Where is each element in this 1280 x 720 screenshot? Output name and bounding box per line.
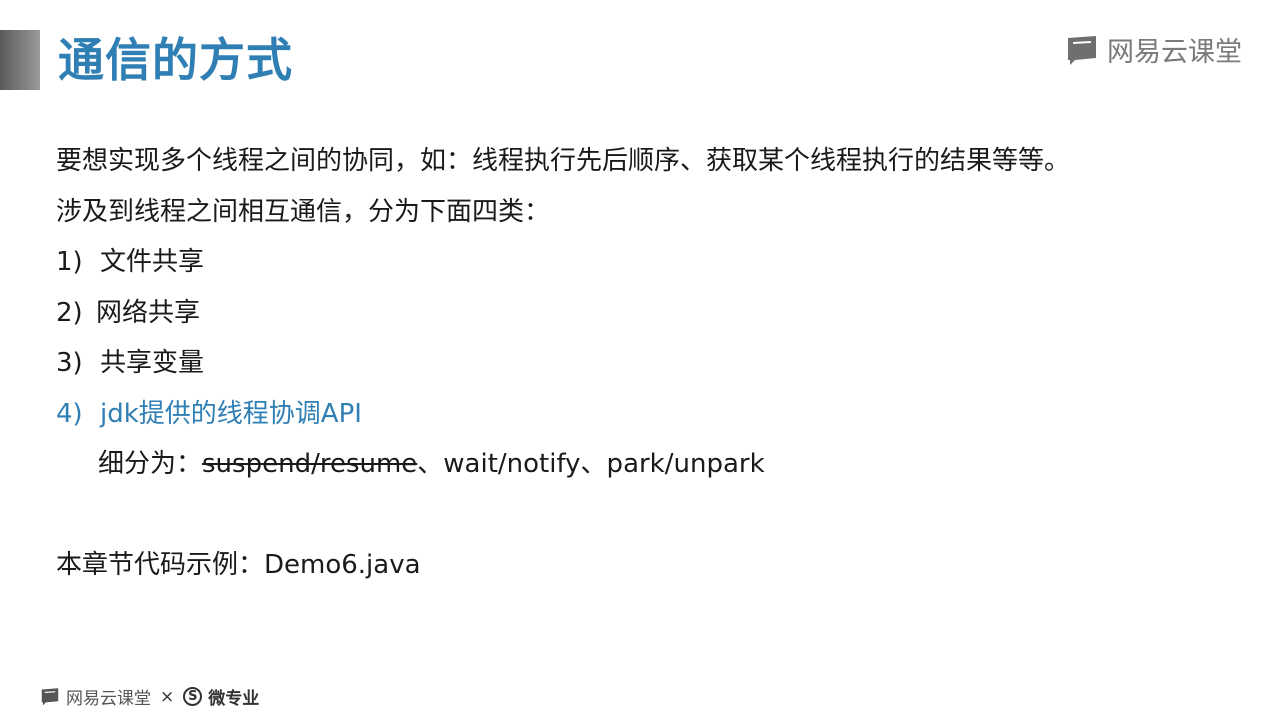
subdivide-rest: 、wait/notify、park/unpark bbox=[417, 449, 765, 479]
slide-content: 要想实现多个线程之间的协同，如：线程执行先后顺序、获取某个线程执行的结果等等。 … bbox=[56, 136, 1236, 591]
list-text: 共享变量 bbox=[100, 348, 205, 378]
deprecated-api: suspend/resume bbox=[202, 449, 418, 479]
intro-text: 要想实现多个线程之间的协同，如：线程执行先后顺序、获取某个线程执行的结果等等。 bbox=[56, 146, 1071, 176]
footer-logo: 网易云课堂 × S 微专业 bbox=[40, 684, 259, 709]
footer-brand: 网易云课堂 bbox=[66, 689, 151, 709]
list-number: 2) bbox=[56, 297, 83, 328]
brand-logo: 网易云课堂 bbox=[1065, 30, 1242, 69]
weizhuanye-icon: S bbox=[183, 687, 203, 706]
list-number: 1) bbox=[56, 247, 83, 277]
example-text: 本章节代码示例：Demo6.java bbox=[56, 550, 421, 580]
list-item-highlighted: 4) jdk提供的线程协调API bbox=[56, 389, 1236, 440]
footer-weizhuanye: 微专业 bbox=[208, 689, 260, 709]
book-icon bbox=[41, 688, 59, 706]
page-title: 通信的方式 bbox=[58, 33, 293, 87]
times-sign: × bbox=[160, 686, 175, 707]
list-item: 1) 文件共享 bbox=[56, 237, 1236, 288]
list-text: jdk提供的线程协调API bbox=[100, 398, 362, 429]
brand-name: 网易云课堂 bbox=[1107, 37, 1242, 68]
book-icon bbox=[1068, 35, 1096, 65]
list-number: 4) bbox=[56, 398, 83, 429]
title-accent-bar bbox=[0, 30, 40, 90]
subdivide-prefix: 细分为： bbox=[98, 449, 203, 479]
list-item: 2) 网络共享 bbox=[56, 288, 1236, 339]
list-text: 文件共享 bbox=[100, 247, 205, 277]
list-number: 3) bbox=[56, 348, 83, 378]
list-text: 网络共享 bbox=[96, 297, 201, 328]
subdivide-line: 细分为：suspend/resume、wait/notify、park/unpa… bbox=[56, 439, 1236, 490]
lead-text: 涉及到线程之间相互通信，分为下面四类： bbox=[56, 196, 551, 227]
list-item: 3) 共享变量 bbox=[56, 338, 1236, 389]
